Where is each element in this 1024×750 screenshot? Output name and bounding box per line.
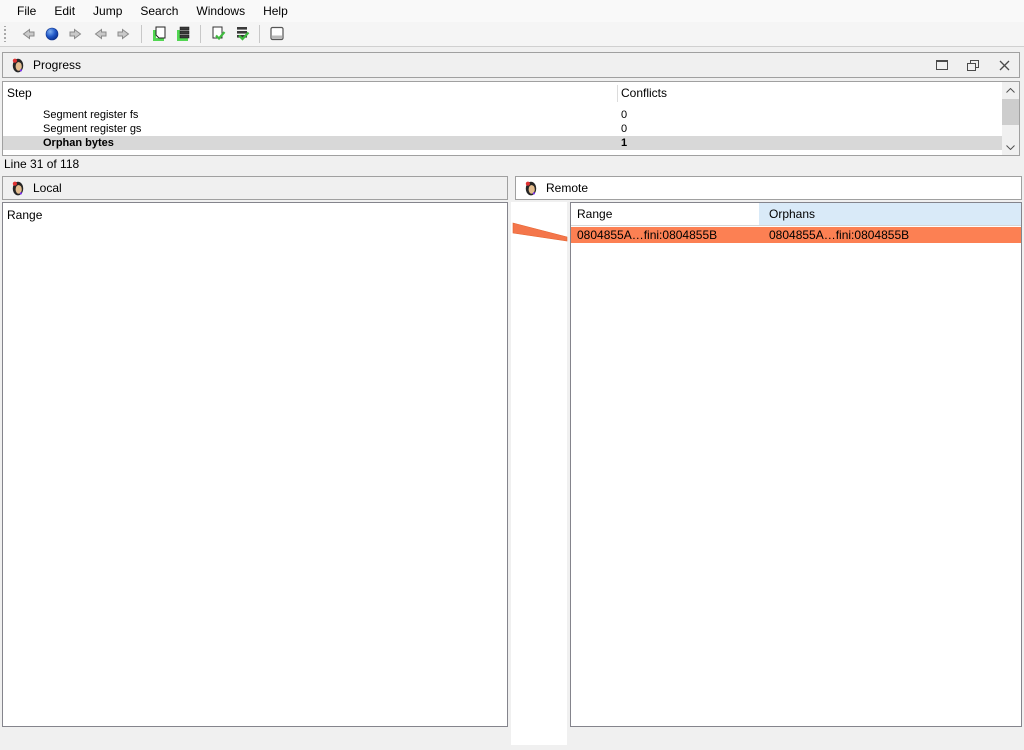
menu-search[interactable]: Search (131, 1, 187, 21)
arrow-right-icon[interactable] (114, 24, 134, 44)
toolbar (0, 22, 1024, 47)
ida-app-icon (10, 57, 26, 73)
arrow-left-icon[interactable] (90, 24, 110, 44)
arrow-right-icon[interactable] (66, 24, 86, 44)
list-stack-check-icon[interactable] (232, 24, 252, 44)
diff-link-gutter (511, 202, 567, 745)
menu-help[interactable]: Help (254, 1, 297, 21)
menu-bar: File Edit Jump Search Windows Help (0, 0, 1024, 22)
column-header-range[interactable]: Range (7, 208, 42, 222)
row-step: Orphan bytes (43, 136, 114, 150)
column-header-conflicts[interactable]: Conflicts (621, 86, 667, 100)
table-row[interactable]: Segment register fs 0 (3, 108, 1002, 122)
row-conflicts: 1 (621, 136, 627, 150)
table-row[interactable]: Segment register gs 0 (3, 122, 1002, 136)
table-row-highlighted[interactable]: 0804855A…fini:0804855B 0804855A…fini:080… (571, 227, 1021, 243)
vertical-scrollbar[interactable] (1002, 82, 1019, 155)
ida-app-icon (10, 180, 26, 196)
local-window-titlebar[interactable]: Local (2, 176, 508, 200)
close-icon[interactable] (997, 58, 1011, 72)
column-header-orphans[interactable]: Orphans (759, 203, 1021, 225)
restore-icon[interactable] (966, 58, 980, 72)
progress-window-titlebar[interactable]: Progress (2, 52, 1020, 78)
row-step: Segment register gs (43, 122, 141, 136)
status-line: Line 31 of 118 (4, 157, 79, 171)
remote-window-title: Remote (546, 181, 588, 195)
ida-app-icon (523, 180, 539, 196)
column-header-step[interactable]: Step (7, 86, 32, 100)
toolbar-separator (141, 25, 142, 43)
menu-windows[interactable]: Windows (187, 1, 254, 21)
toolbar-separator (200, 25, 201, 43)
toolbar-separator (259, 25, 260, 43)
remote-table: Range Orphans 0804855A…fini:0804855B 080… (570, 202, 1022, 727)
row-conflicts: 0 (621, 122, 627, 136)
menu-file[interactable]: File (8, 1, 45, 21)
remote-window-titlebar[interactable]: Remote (515, 176, 1022, 200)
row-step: Segment register fs (43, 108, 138, 122)
scroll-up-icon[interactable] (1002, 82, 1019, 98)
progress-table-header: Step Conflicts (3, 82, 1019, 104)
row-conflicts: 0 (621, 108, 627, 122)
menu-jump[interactable]: Jump (84, 1, 131, 21)
progress-window-title: Progress (33, 58, 81, 72)
column-header-range[interactable]: Range (571, 203, 759, 225)
arrow-left-icon[interactable] (18, 24, 38, 44)
diff-link-wedge-icon (509, 219, 571, 245)
document-check-icon[interactable] (208, 24, 228, 44)
progress-table: Step Conflicts Segment register fs 0 Seg… (2, 81, 1020, 156)
maximize-icon[interactable] (935, 58, 949, 72)
scrollbar-thumb[interactable] (1002, 99, 1019, 125)
table-row-selected[interactable]: Orphan bytes 1 (3, 136, 1002, 150)
local-table: Range (2, 202, 508, 727)
scroll-down-icon[interactable] (1002, 139, 1019, 155)
toolbar-grip[interactable] (3, 26, 7, 42)
column-divider[interactable] (617, 85, 618, 102)
row-range: 0804855A…fini:0804855B (577, 227, 717, 243)
row-orphans: 0804855A…fini:0804855B (769, 227, 909, 243)
list-stack-icon[interactable] (173, 24, 193, 44)
remote-table-header: Range Orphans (571, 203, 1021, 226)
menu-edit[interactable]: Edit (45, 1, 84, 21)
document-new-icon[interactable] (149, 24, 169, 44)
local-window-title: Local (33, 181, 62, 195)
blue-sphere-icon[interactable] (42, 24, 62, 44)
window-frame-icon[interactable] (267, 24, 287, 44)
